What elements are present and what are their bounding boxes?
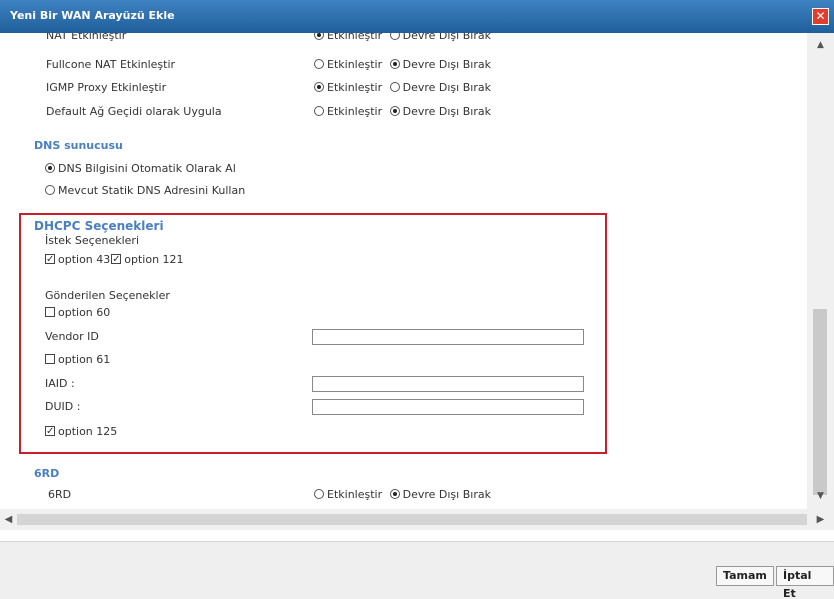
radio-label: Etkinleştir xyxy=(327,488,383,501)
option-61-checkbox[interactable] xyxy=(45,354,55,364)
nat-disable-radio[interactable] xyxy=(389,33,400,40)
dns-static-row: Mevcut Statik DNS Adresini Kullan xyxy=(45,182,245,200)
dns-auto-row: DNS Bilgisini Otomatik Olarak Al xyxy=(45,160,236,178)
radio-label: Devre Dışı Bırak xyxy=(402,58,491,71)
gateway-disable-radio[interactable] xyxy=(389,106,400,116)
radio-label: Etkinleştir xyxy=(327,33,383,42)
radio-label: Devre Dışı Bırak xyxy=(402,33,491,42)
sixrd-row: 6RD Etkinleştir Devre Dışı Bırak xyxy=(0,486,800,504)
option-125-checkbox[interactable] xyxy=(45,423,55,441)
horizontal-scroll-thumb[interactable] xyxy=(17,514,807,525)
iaid-input[interactable] xyxy=(312,376,584,392)
option-125-row: option 125 xyxy=(45,423,117,441)
iaid-label: IAID : xyxy=(45,377,75,390)
radio-label: Etkinleştir xyxy=(327,58,383,71)
option-61-row: option 61 xyxy=(45,351,110,369)
fullcone-enable-radio[interactable] xyxy=(314,59,324,69)
dialog-footer: Tamam İptal Et xyxy=(0,541,834,599)
horizontal-scrollbar[interactable]: ◀ ▶ xyxy=(0,509,834,530)
dialog-title: Yeni Bir WAN Arayüzü Ekle xyxy=(10,9,175,22)
fullcone-disable-radio[interactable] xyxy=(389,59,400,69)
option-60-label: option 60 xyxy=(58,306,111,319)
radio-label: Devre Dışı Bırak xyxy=(402,488,491,501)
dns-static-radio[interactable] xyxy=(45,185,55,195)
option-61-label: option 61 xyxy=(58,353,111,366)
sixrd-disable-radio[interactable] xyxy=(389,489,400,499)
radio-label: Devre Dışı Bırak xyxy=(402,81,491,94)
nat-enable-radio[interactable] xyxy=(314,33,324,40)
sixrd-enable-radio[interactable] xyxy=(314,489,324,499)
dns-section-title: DNS sunucusu xyxy=(34,139,123,152)
option-43-label: option 43 xyxy=(58,253,111,266)
radio-label: Etkinleştir xyxy=(327,105,383,118)
option-121-label: option 121 xyxy=(124,253,184,266)
dns-auto-radio[interactable] xyxy=(45,163,55,173)
cancel-button[interactable]: İptal Et xyxy=(776,566,834,599)
gateway-enable-radio[interactable] xyxy=(314,106,324,116)
fullcone-nat-label: Fullcone NAT Etkinleştir xyxy=(46,58,176,71)
request-options-row: option 43 option 121 xyxy=(45,251,184,269)
request-options-label: İstek Seçenekleri xyxy=(45,234,139,247)
default-gateway-label: Default Ağ Geçidi olarak Uygula xyxy=(46,105,222,118)
option-43-checkbox[interactable] xyxy=(45,251,55,269)
dialog-content: NAT Etkinleştir Etkinleştir Devre Dışı B… xyxy=(0,33,834,541)
nat-row: NAT Etkinleştir Etkinleştir Devre Dışı B… xyxy=(0,33,800,45)
sixrd-label: 6RD xyxy=(48,488,72,501)
scroll-up-icon[interactable]: ▲ xyxy=(807,37,834,54)
dns-static-label: Mevcut Statik DNS Adresini Kullan xyxy=(58,184,246,197)
ok-button[interactable]: Tamam xyxy=(716,566,774,586)
radio-label: Devre Dışı Bırak xyxy=(402,105,491,118)
option-60-checkbox[interactable] xyxy=(45,307,55,317)
dialog-title-bar: Yeni Bir WAN Arayüzü Ekle ✕ xyxy=(0,0,834,33)
option-125-label: option 125 xyxy=(58,425,118,438)
igmp-proxy-row: IGMP Proxy Etkinleştir Etkinleştir Devre… xyxy=(0,79,800,97)
dns-auto-label: DNS Bilgisini Otomatik Olarak Al xyxy=(58,162,236,175)
vendor-id-input[interactable] xyxy=(312,329,584,345)
vertical-scrollbar[interactable]: ▲ ▼ xyxy=(807,33,834,509)
vendor-id-label: Vendor ID xyxy=(45,330,99,343)
close-icon[interactable]: ✕ xyxy=(812,8,829,25)
fullcone-nat-row: Fullcone NAT Etkinleştir Etkinleştir Dev… xyxy=(0,56,800,74)
sixrd-section-title: 6RD xyxy=(34,467,60,480)
dhcpc-section-title: DHCPC Seçenekleri xyxy=(34,219,164,233)
duid-label: DUID : xyxy=(45,400,81,413)
nat-label: NAT Etkinleştir xyxy=(46,33,127,42)
option-60-row: option 60 xyxy=(45,304,110,322)
igmp-enable-radio[interactable] xyxy=(314,82,324,92)
radio-label: Etkinleştir xyxy=(327,81,383,94)
duid-input[interactable] xyxy=(312,399,584,415)
default-gateway-row: Default Ağ Geçidi olarak Uygula Etkinleş… xyxy=(0,103,800,121)
igmp-disable-radio[interactable] xyxy=(389,82,400,92)
igmp-proxy-label: IGMP Proxy Etkinleştir xyxy=(46,81,167,94)
sent-options-label: Gönderilen Seçenekler xyxy=(45,289,170,302)
scroll-right-icon[interactable]: ▶ xyxy=(812,509,829,530)
scroll-left-icon[interactable]: ◀ xyxy=(0,509,17,530)
option-121-checkbox[interactable] xyxy=(111,251,122,269)
scroll-down-icon[interactable]: ▼ xyxy=(807,488,834,505)
vertical-scroll-thumb[interactable] xyxy=(813,309,827,495)
